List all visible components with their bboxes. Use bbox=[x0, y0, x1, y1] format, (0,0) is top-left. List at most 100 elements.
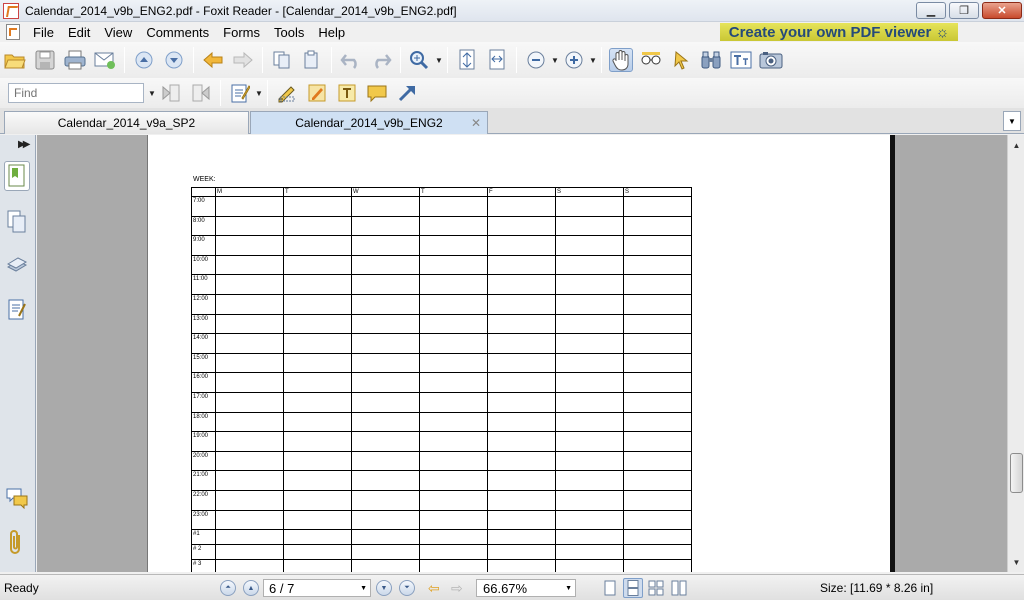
note-edit-dropdown[interactable]: ▼ bbox=[255, 89, 263, 98]
menu-comments[interactable]: Comments bbox=[139, 25, 216, 40]
calendar-cell bbox=[623, 333, 692, 354]
tab-calendar-v9b[interactable]: Calendar_2014_v9b_ENG2 ✕ bbox=[250, 111, 488, 134]
calendar-cell bbox=[215, 333, 284, 354]
select-text-icon[interactable] bbox=[639, 48, 663, 72]
find-input[interactable] bbox=[8, 83, 144, 103]
redo-icon[interactable] bbox=[369, 48, 393, 72]
facing-view-icon[interactable] bbox=[646, 578, 666, 598]
zoom-in-dropdown[interactable]: ▼ bbox=[589, 56, 597, 65]
zoom-tool-icon[interactable] bbox=[408, 48, 432, 72]
calendar-cell bbox=[351, 529, 420, 546]
promo-banner[interactable]: Create your own PDF viewer ☼ bbox=[720, 23, 958, 41]
pencil-tool-icon[interactable] bbox=[275, 81, 299, 105]
day-header: M bbox=[215, 187, 284, 197]
calendar-cell bbox=[487, 431, 556, 452]
comments-panel-icon[interactable] bbox=[4, 483, 30, 513]
comment-tool-icon[interactable] bbox=[365, 81, 389, 105]
table-row: 12:00 bbox=[191, 293, 692, 315]
zoom-out-dropdown[interactable]: ▼ bbox=[551, 56, 559, 65]
page-number-field[interactable]: 6 / 7 ▼ bbox=[263, 579, 371, 597]
pages-panel-icon[interactable] bbox=[4, 207, 30, 237]
tab-label: Calendar_2014_v9a_SP2 bbox=[57, 116, 196, 130]
back-view-icon[interactable]: ⇦ bbox=[428, 580, 440, 597]
zoom-dropdown-icon[interactable]: ▼ bbox=[565, 585, 572, 592]
note-edit-icon[interactable] bbox=[228, 81, 252, 105]
email-icon[interactable] bbox=[93, 48, 117, 72]
back-arrow-icon[interactable] bbox=[201, 48, 225, 72]
document-menu-icon[interactable] bbox=[6, 24, 20, 40]
calendar-cell bbox=[215, 215, 284, 237]
calendar-cell bbox=[555, 559, 624, 572]
expand-panel-icon[interactable]: ▶▶ bbox=[18, 139, 31, 150]
time-label: 10:00 bbox=[191, 254, 216, 276]
document-view[interactable]: WEEK: M T W T F S S 7:00 8:00 9:00 10:00 11:00 12:00… bbox=[37, 135, 1007, 572]
first-page-icon[interactable]: ⏶ bbox=[220, 580, 236, 596]
zoom-in-icon[interactable] bbox=[562, 48, 586, 72]
fit-width-icon[interactable] bbox=[485, 48, 509, 72]
attachments-panel-icon[interactable] bbox=[4, 527, 30, 557]
snapshot-camera-icon[interactable] bbox=[759, 48, 783, 72]
menu-edit[interactable]: Edit bbox=[61, 25, 97, 40]
menu-view[interactable]: View bbox=[97, 25, 139, 40]
layers-panel-icon[interactable] bbox=[4, 251, 30, 281]
find-previous-icon[interactable] bbox=[159, 81, 183, 105]
undo-icon[interactable] bbox=[339, 48, 363, 72]
select-annotation-icon[interactable] bbox=[669, 48, 693, 72]
tab-calendar-v9a[interactable]: Calendar_2014_v9a_SP2 bbox=[4, 111, 249, 134]
save-icon[interactable] bbox=[33, 48, 57, 72]
next-page-icon[interactable]: ▼ bbox=[376, 580, 392, 596]
copy-page-icon[interactable] bbox=[270, 48, 294, 72]
find-next-icon[interactable] bbox=[189, 81, 213, 105]
hand-tool-icon[interactable] bbox=[609, 48, 633, 72]
open-folder-icon[interactable] bbox=[3, 48, 27, 72]
tab-close-icon[interactable]: ✕ bbox=[471, 116, 481, 130]
fit-page-icon[interactable] bbox=[455, 48, 479, 72]
single-page-view-icon[interactable] bbox=[600, 578, 620, 598]
textbox-tool-icon[interactable] bbox=[335, 81, 359, 105]
print-icon[interactable] bbox=[63, 48, 87, 72]
menu-forms[interactable]: Forms bbox=[216, 25, 267, 40]
calendar-cell bbox=[283, 274, 352, 295]
next-page-icon[interactable] bbox=[162, 48, 186, 72]
tab-list-dropdown[interactable]: ▼ bbox=[1003, 111, 1021, 131]
find-binoculars-icon[interactable] bbox=[699, 48, 723, 72]
last-page-icon[interactable]: ⏷ bbox=[399, 580, 415, 596]
zoom-tool-dropdown[interactable]: ▼ bbox=[435, 56, 443, 65]
toolbar-separator bbox=[331, 47, 332, 73]
page-dropdown-icon[interactable]: ▼ bbox=[360, 585, 367, 592]
calendar-cell bbox=[419, 544, 488, 561]
toolbar-separator bbox=[124, 47, 125, 73]
paste-page-icon[interactable] bbox=[300, 48, 324, 72]
find-dropdown[interactable]: ▼ bbox=[148, 89, 156, 98]
calendar-cell bbox=[215, 489, 284, 511]
scrollbar-thumb[interactable] bbox=[1010, 453, 1023, 493]
calendar-cell bbox=[283, 313, 352, 335]
previous-page-icon[interactable] bbox=[132, 48, 156, 72]
scroll-down-arrow-icon[interactable]: ▼ bbox=[1008, 554, 1024, 570]
close-button[interactable]: ✕ bbox=[982, 2, 1022, 19]
continuous-view-icon[interactable] bbox=[623, 578, 643, 598]
calendar-cell bbox=[555, 470, 624, 491]
foxit-app-icon[interactable] bbox=[3, 2, 19, 19]
typewriter-icon[interactable] bbox=[729, 48, 753, 72]
zoom-level-field[interactable]: 66.67% ▼ bbox=[476, 579, 576, 597]
menu-help[interactable]: Help bbox=[311, 25, 352, 40]
prev-page-icon[interactable]: ▲ bbox=[243, 580, 259, 596]
maximize-button[interactable]: ❐ bbox=[949, 2, 979, 19]
vertical-scrollbar[interactable]: ▲ ▼ bbox=[1007, 135, 1024, 572]
continuous-facing-view-icon[interactable] bbox=[669, 578, 689, 598]
calendar-cell bbox=[623, 254, 692, 276]
scroll-up-arrow-icon[interactable]: ▲ bbox=[1008, 137, 1024, 153]
menu-file[interactable]: File bbox=[26, 25, 61, 40]
calendar-cell bbox=[623, 215, 692, 237]
zoom-out-icon[interactable] bbox=[524, 48, 548, 72]
minimize-button[interactable]: ▁ bbox=[916, 2, 946, 19]
arrow-tool-icon[interactable] bbox=[395, 81, 419, 105]
signatures-panel-icon[interactable] bbox=[4, 295, 30, 325]
highlight-tool-icon[interactable] bbox=[305, 81, 329, 105]
calendar-cell bbox=[351, 313, 420, 335]
forward-view-icon[interactable]: ⇨ bbox=[451, 580, 463, 597]
forward-arrow-icon[interactable] bbox=[231, 48, 255, 72]
menu-tools[interactable]: Tools bbox=[267, 25, 311, 40]
bookmarks-panel-icon[interactable] bbox=[4, 161, 30, 191]
